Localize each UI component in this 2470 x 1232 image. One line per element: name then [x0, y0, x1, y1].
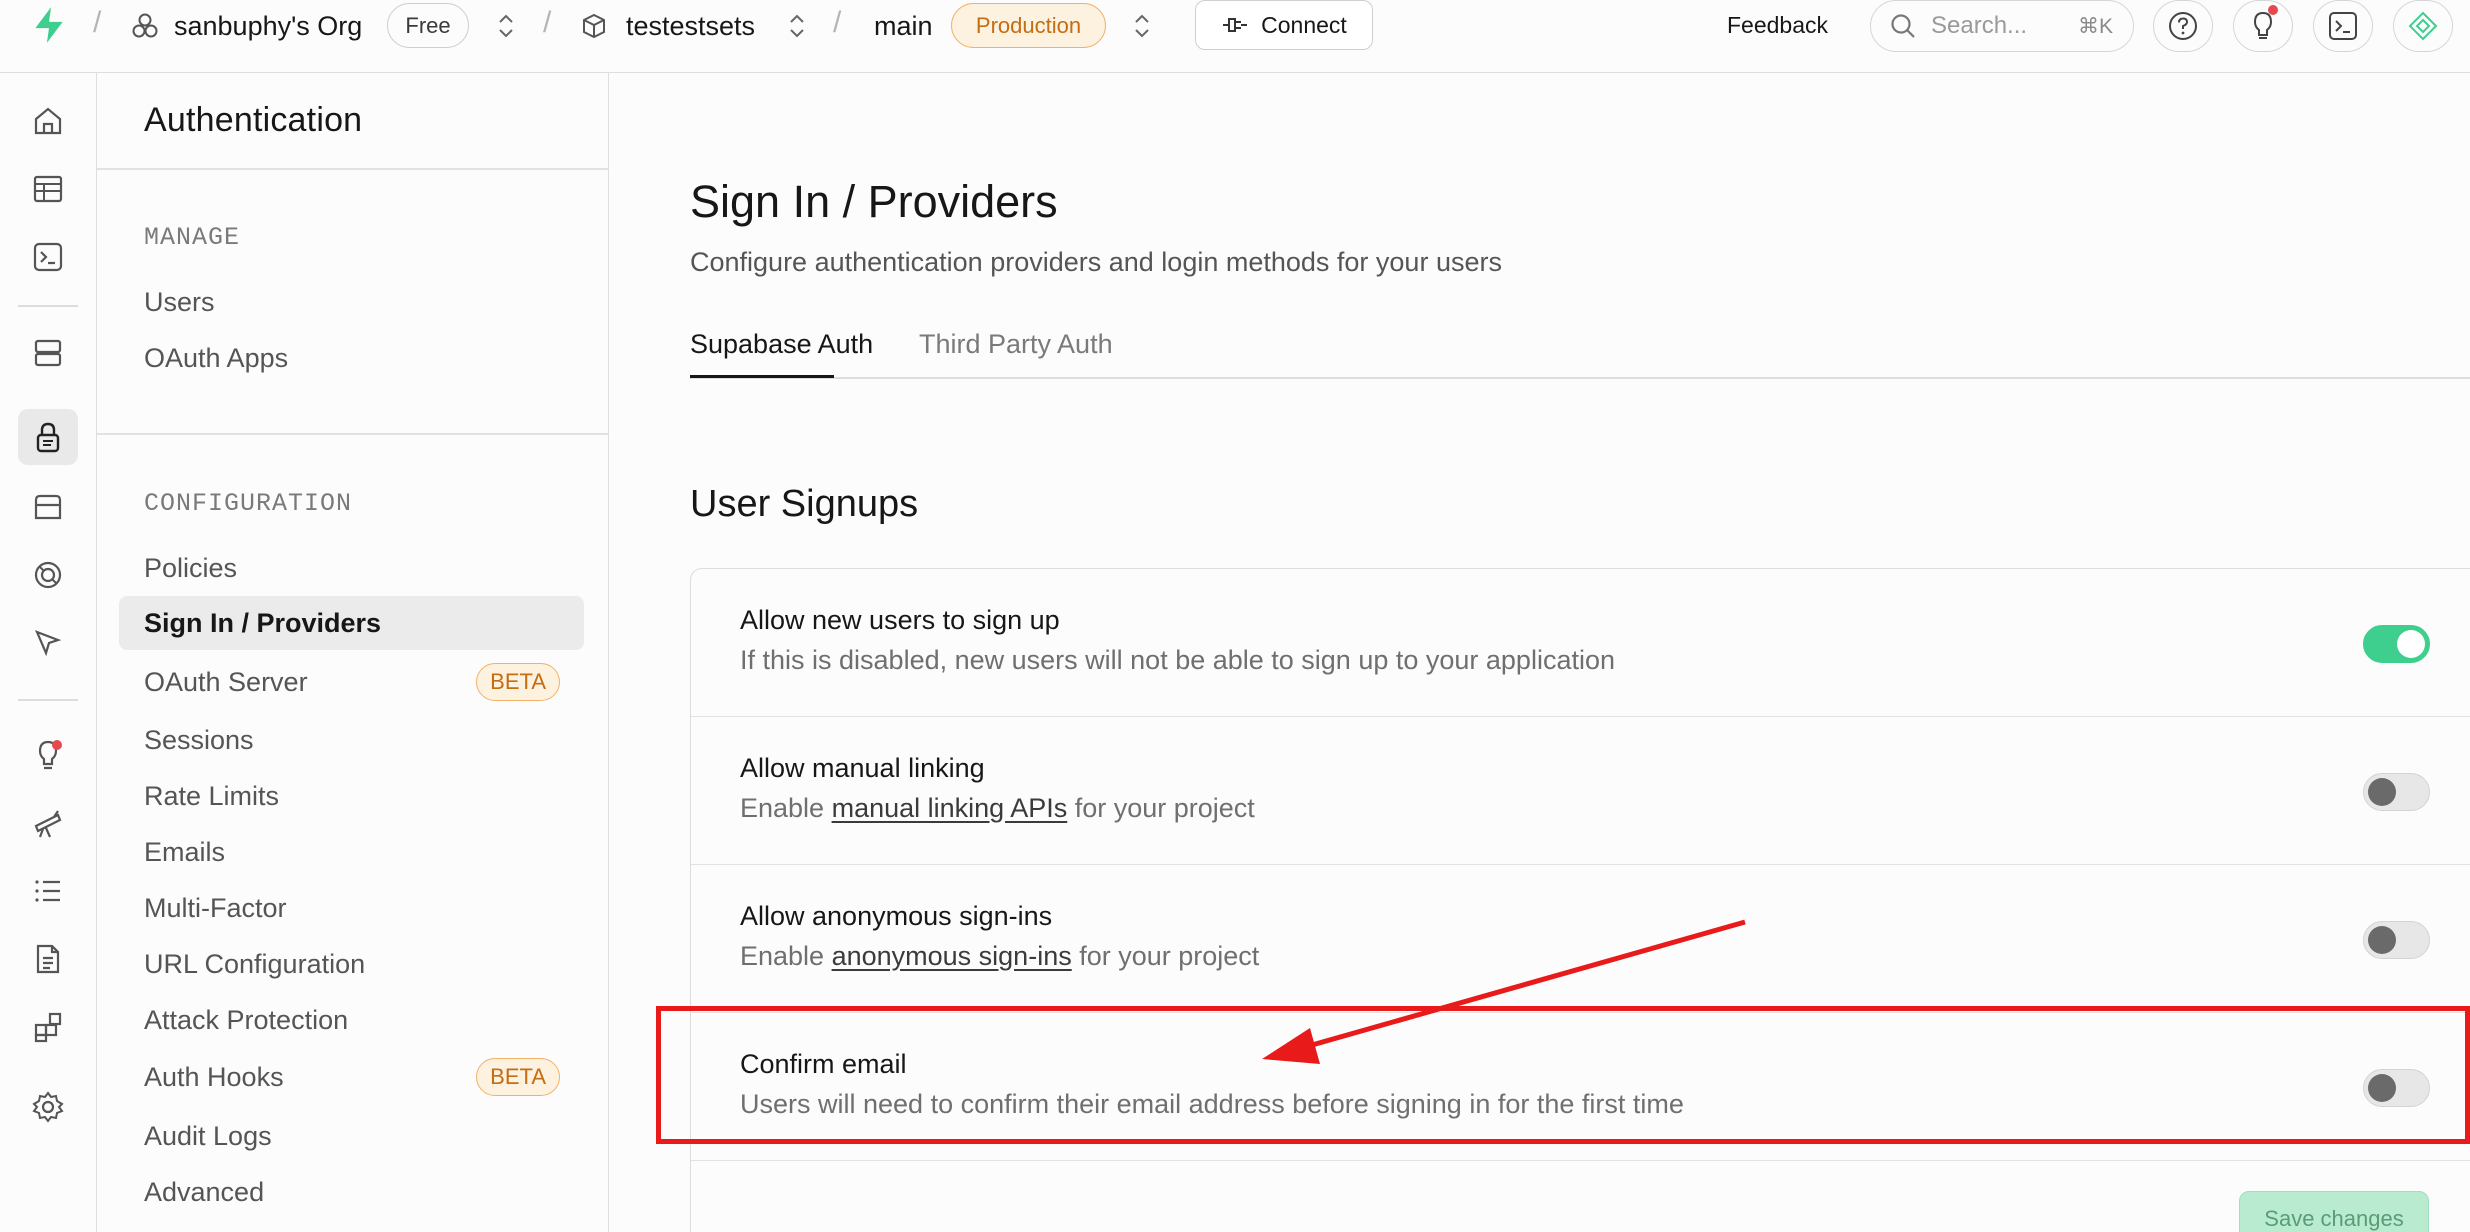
sidebar-item-oauth-server[interactable]: OAuth Server BETA: [119, 655, 584, 709]
sidebar-item-advanced[interactable]: Advanced: [119, 1165, 584, 1219]
sidebar-item-audit-logs[interactable]: Audit Logs: [119, 1109, 584, 1163]
terminal-button[interactable]: [2313, 0, 2373, 52]
setting-row-manual-linking: Allow manual linking Enable manual linki…: [691, 717, 2470, 865]
breadcrumb-separator: /: [833, 6, 842, 39]
sidebar-item-attack-protection[interactable]: Attack Protection: [119, 993, 584, 1047]
sidebar-divider: [97, 168, 609, 170]
top-bar: / sanbuphy's Org Free / testestsets / ma…: [0, 0, 2470, 73]
setting-row-allow-signup: Allow new users to sign up If this is di…: [691, 569, 2470, 717]
beta-badge: BETA: [476, 663, 560, 701]
logs-icon[interactable]: [18, 863, 78, 919]
row-divider: [691, 1159, 2470, 1161]
sidebar-item-label: Auth Hooks: [144, 1061, 284, 1092]
section-title-user-signups: User Signups: [690, 483, 919, 525]
assistant-button[interactable]: [2393, 0, 2453, 52]
icon-rail: [0, 73, 97, 1232]
rail-divider: [18, 699, 78, 701]
anonymous-signins-link[interactable]: anonymous sign-ins: [832, 941, 1072, 971]
toggle-knob: [2397, 630, 2425, 658]
setting-title: Allow new users to sign up: [740, 605, 1060, 635]
manual-linking-link[interactable]: manual linking APIs: [832, 793, 1068, 823]
branch-name[interactable]: main: [874, 0, 933, 52]
branch-switcher-chevrons-icon[interactable]: [1133, 12, 1151, 40]
auth-sidebar: Authentication MANAGE Users OAuth Apps C…: [97, 73, 609, 1232]
sidebar-item-oauth-apps[interactable]: OAuth Apps: [119, 331, 584, 385]
allow-signup-toggle[interactable]: [2363, 625, 2430, 663]
reports-icon[interactable]: [18, 795, 78, 851]
tabs-border: [690, 377, 2470, 379]
setting-row-anonymous-signins: Allow anonymous sign-ins Enable anonymou…: [691, 865, 2470, 1013]
sidebar-item-policies[interactable]: Policies: [119, 541, 584, 595]
project-switcher-chevrons-icon[interactable]: [788, 12, 806, 40]
table-editor-icon[interactable]: [18, 161, 78, 217]
manual-linking-toggle[interactable]: [2363, 773, 2430, 811]
sidebar-item-label: OAuth Server: [144, 666, 308, 697]
sql-editor-icon[interactable]: [18, 229, 78, 285]
connect-label: Connect: [1261, 11, 1347, 38]
setting-title: Allow manual linking: [740, 753, 985, 783]
rail-divider: [18, 305, 78, 307]
project-box-icon: [583, 13, 605, 39]
branch-env-badge: Production: [951, 3, 1106, 48]
section-title-configuration: CONFIGURATION: [144, 489, 353, 518]
advisors-icon[interactable]: [18, 727, 78, 783]
setting-description: Enable manual linking APIs for your proj…: [740, 793, 1255, 823]
sidebar-item-url-configuration[interactable]: URL Configuration: [119, 937, 584, 991]
database-icon[interactable]: [18, 325, 78, 381]
beta-badge: BETA: [476, 1058, 560, 1096]
active-tab-indicator: [690, 375, 834, 378]
setting-title: Allow anonymous sign-ins: [740, 901, 1053, 931]
search-placeholder: Search...: [1931, 12, 2028, 39]
feedback-button[interactable]: Feedback: [1727, 12, 1828, 39]
sidebar-item-users[interactable]: Users: [119, 275, 584, 329]
sidebar-item-sessions[interactable]: Sessions: [119, 713, 584, 767]
terminal-icon: [2329, 12, 2357, 40]
search-icon: [1891, 14, 1915, 38]
toggle-knob: [2368, 778, 2396, 806]
help-button[interactable]: [2153, 0, 2213, 52]
supabase-logo-icon[interactable]: [28, 4, 70, 46]
org-icon: [132, 13, 158, 38]
plug-icon: [1223, 18, 1248, 32]
authentication-icon[interactable]: [18, 409, 78, 465]
tab-supabase-auth[interactable]: Supabase Auth: [690, 329, 873, 360]
sidebar-divider: [97, 433, 609, 435]
edge-functions-icon[interactable]: [18, 547, 78, 603]
annotation-highlight-box: [656, 1006, 2470, 1144]
search-input[interactable]: Search... ⌘K: [1870, 0, 2134, 52]
api-docs-icon[interactable]: [18, 931, 78, 987]
setting-description: Enable anonymous sign-ins for your proje…: [740, 941, 1260, 971]
breadcrumb-separator: /: [543, 6, 552, 39]
search-shortcut: ⌘K: [2077, 14, 2113, 38]
sidebar-item-rate-limits[interactable]: Rate Limits: [119, 769, 584, 823]
tab-third-party-auth[interactable]: Third Party Auth: [919, 329, 1113, 360]
org-switcher-chevrons-icon[interactable]: [497, 12, 515, 40]
assistant-icon: [2408, 11, 2438, 41]
sidebar-item-auth-hooks[interactable]: Auth Hooks BETA: [119, 1050, 584, 1104]
section-title-manage: MANAGE: [144, 223, 241, 252]
project-name[interactable]: testestsets: [626, 0, 755, 52]
help-icon: [2169, 12, 2197, 40]
realtime-icon[interactable]: [18, 615, 78, 671]
connect-button[interactable]: Connect: [1195, 0, 1373, 50]
sidebar-item-multi-factor[interactable]: Multi-Factor: [119, 881, 584, 935]
setting-description: If this is disabled, new users will not …: [740, 645, 1615, 675]
storage-icon[interactable]: [18, 479, 78, 535]
anonymous-signins-toggle[interactable]: [2363, 921, 2430, 959]
breadcrumb-separator: /: [93, 6, 102, 39]
toggle-knob: [2368, 926, 2396, 954]
integrations-icon[interactable]: [18, 999, 78, 1055]
save-changes-button[interactable]: Save changes: [2239, 1191, 2429, 1232]
notification-dot: [2268, 5, 2278, 15]
org-plan-badge: Free: [387, 3, 469, 48]
sidebar-item-emails[interactable]: Emails: [119, 825, 584, 879]
advisor-button[interactable]: [2233, 0, 2293, 52]
org-name[interactable]: sanbuphy's Org: [174, 0, 362, 52]
home-icon[interactable]: [18, 93, 78, 149]
page-title: Sign In / Providers: [690, 176, 1058, 227]
sidebar-title: Authentication: [144, 101, 363, 139]
sidebar-item-sign-in-providers[interactable]: Sign In / Providers: [119, 596, 584, 650]
page-subtitle: Configure authentication providers and l…: [690, 247, 1502, 277]
settings-icon[interactable]: [18, 1079, 78, 1135]
